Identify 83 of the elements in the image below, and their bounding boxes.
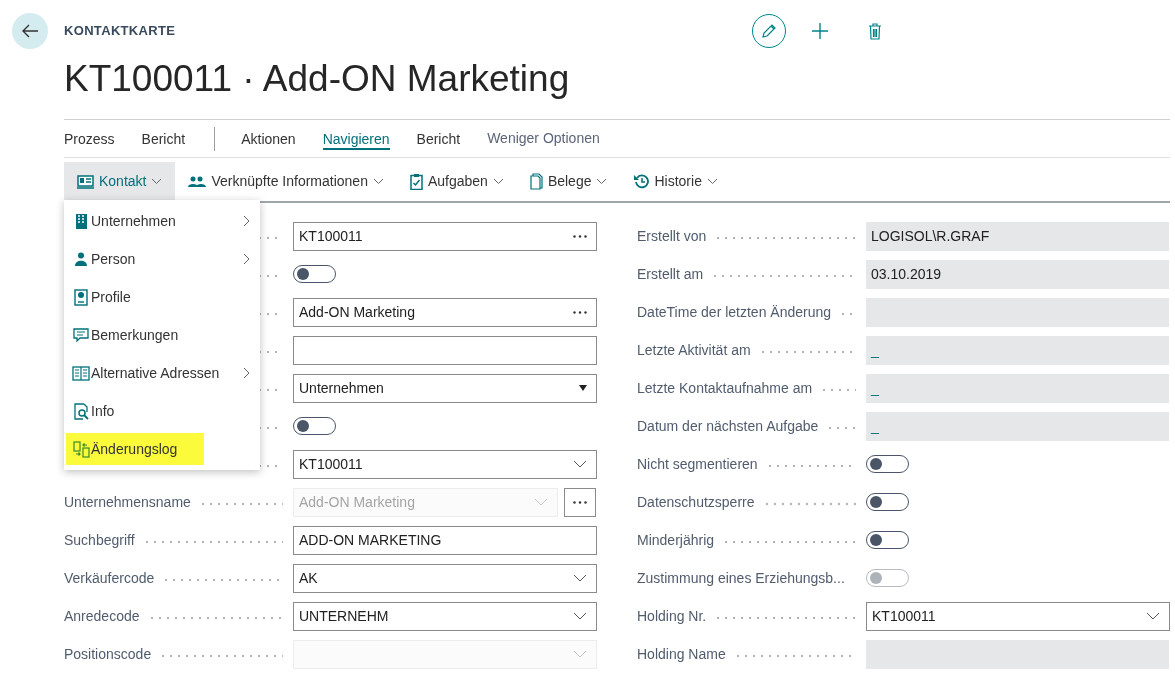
field-label: Minderjährig — [637, 530, 716, 550]
field-label: Holding Nr. — [637, 606, 708, 626]
page-title: KT100011 · Add-ON Marketing — [64, 57, 571, 101]
field-label: Datenschutzsperre — [637, 492, 756, 512]
more-icon — [573, 500, 587, 504]
tab[interactable]: Aktionen — [241, 127, 296, 150]
person-icon — [75, 252, 87, 266]
back-arrow-icon — [21, 24, 39, 38]
people-icon — [188, 175, 207, 188]
menu-item[interactable]: Profile — [64, 278, 260, 316]
field-label: Positionscode — [64, 644, 153, 664]
page-caption: KONTAKTKARTE — [64, 22, 177, 41]
field-label: Anredecode — [64, 606, 141, 626]
menu-item[interactable]: Unternehmen — [64, 202, 260, 240]
dropdown-field[interactable]: AK — [293, 563, 597, 593]
chevron-down-icon — [706, 178, 718, 185]
field-label: Nicht segmentieren — [637, 454, 759, 474]
readonly-field: _ — [866, 335, 1169, 365]
readonly-field: 03.10.2019 — [866, 259, 1169, 289]
history-icon — [633, 174, 650, 189]
tab[interactable]: Navigieren — [322, 127, 390, 150]
readonly-field: LOGISOL\R.GRAF — [866, 221, 1169, 251]
chevron-down-icon — [573, 460, 587, 468]
address-book-icon — [72, 365, 90, 381]
chevron-down-icon — [573, 650, 587, 658]
menu-item[interactable]: Bemerkungen — [64, 316, 260, 354]
clipboard-check-icon — [409, 173, 423, 190]
input-field[interactable]: KT100011 — [293, 221, 597, 251]
menu-item[interactable]: Änderungslog — [64, 430, 260, 468]
input-field[interactable]: ADD-ON MARKETING — [293, 525, 597, 555]
chevron-down-icon — [534, 498, 548, 506]
field-label: Erstellt von — [637, 226, 708, 246]
chevron-down-icon — [492, 178, 504, 185]
menu-item[interactable]: Person — [64, 240, 260, 278]
chevron-down-icon — [372, 178, 384, 185]
input-field[interactable]: Add-ON Marketing — [293, 297, 597, 327]
contact-card-icon — [77, 174, 94, 189]
field-label: Erstellt am — [637, 264, 705, 284]
field-label: Letzte Aktivität am — [637, 340, 752, 360]
tab[interactable]: Prozess — [64, 127, 115, 150]
readonly-field: _ — [866, 373, 1169, 403]
back-button[interactable] — [12, 13, 48, 49]
chevron-down-icon — [573, 574, 587, 582]
field-label: Unternehmensname — [64, 492, 192, 512]
field-label: Letzte Kontaktaufnahme am — [637, 378, 814, 398]
action-button[interactable]: Historie — [620, 162, 731, 201]
field-label: Suchbegriff — [64, 530, 136, 550]
delete-button[interactable] — [867, 21, 883, 41]
trash-icon — [868, 22, 882, 40]
field-label: DateTime der letzten Änderung — [637, 302, 833, 322]
speech-bubble-icon — [73, 327, 89, 343]
chevron-down-icon — [596, 178, 608, 185]
pencil-icon — [760, 22, 778, 40]
readonly-field: _ — [866, 411, 1169, 441]
dropdown-field: Add-ON Marketing — [293, 487, 558, 517]
menu-item[interactable]: Info — [64, 392, 260, 430]
chevron-down-icon — [1146, 612, 1160, 620]
new-button[interactable] — [810, 21, 830, 41]
action-button[interactable]: Aufgaben — [396, 162, 517, 201]
plus-icon — [811, 22, 829, 40]
chevron-down-icon — [151, 178, 163, 185]
input-field[interactable] — [293, 335, 597, 365]
field-label: Datum der nächsten Aufgabe — [637, 416, 820, 436]
triangle-down-icon — [579, 385, 587, 391]
dropdown-field[interactable]: KT100011 — [293, 449, 597, 479]
action-button[interactable]: Belege — [516, 162, 621, 201]
swap-icon — [72, 440, 90, 458]
dropdown-field[interactable]: UNTERNEHM — [293, 601, 597, 631]
field-label: Verkäufercode — [64, 568, 156, 588]
profile-card-icon — [74, 288, 88, 306]
menu-item[interactable]: Alternative Adressen — [64, 354, 260, 392]
options-link[interactable]: Weniger Optionen — [487, 128, 600, 149]
magnifier-document-icon — [73, 402, 89, 420]
select-field[interactable]: Unternehmen — [293, 373, 597, 403]
tab[interactable]: Bericht — [141, 127, 186, 150]
tab[interactable]: Bericht — [416, 127, 461, 150]
field-label: Holding Name — [637, 644, 727, 664]
document-icon — [529, 173, 543, 190]
action-button[interactable]: Kontakt — [64, 162, 176, 201]
building-icon — [74, 213, 88, 229]
field-label: Zustimmung eines Erziehungsb... — [637, 568, 846, 588]
chevron-down-icon — [573, 612, 587, 620]
dropdown-field[interactable]: KT100011 — [866, 601, 1170, 631]
